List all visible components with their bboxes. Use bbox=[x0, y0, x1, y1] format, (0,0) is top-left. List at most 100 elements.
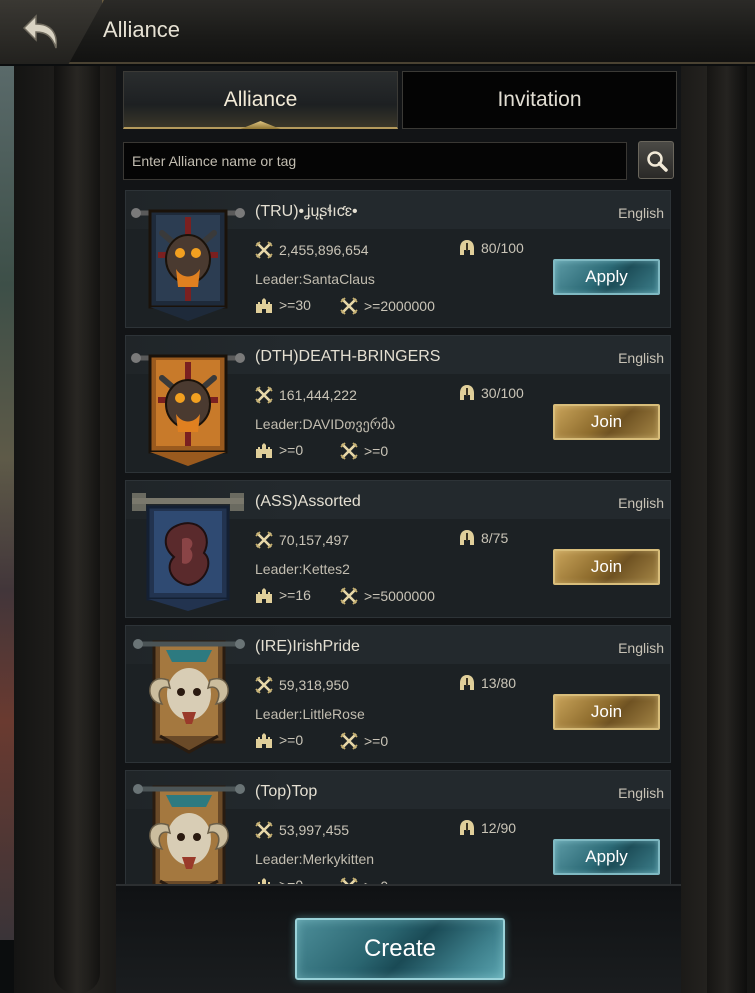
alliance-power-value: 70,157,497 bbox=[279, 532, 350, 548]
join-button[interactable]: Join bbox=[553, 549, 660, 585]
alliance-list[interactable]: (TRU)•ʝųʂɬıƈɛ• English 2,455,896,654 80/100… bbox=[125, 190, 671, 884]
alliance-language: English bbox=[618, 785, 664, 801]
alliance-name: (IRE)IrishPride bbox=[255, 638, 360, 655]
castle-requirement: >=16 bbox=[255, 587, 311, 603]
page-title: Alliance bbox=[103, 17, 181, 42]
alliance-power: 161,444,222 bbox=[255, 386, 357, 404]
alliance-power-value: 59,318,950 bbox=[279, 677, 350, 693]
crossed-swords-icon bbox=[255, 676, 273, 694]
right-pillar-decoration bbox=[677, 66, 755, 993]
crossed-swords-icon bbox=[255, 386, 273, 404]
castle-requirement-value: >=0 bbox=[279, 877, 303, 884]
helmet-icon bbox=[460, 530, 474, 545]
power-requirement: >=5000000 bbox=[340, 587, 435, 605]
power-requirement-value: >=2000000 bbox=[364, 298, 435, 314]
castle-icon bbox=[256, 443, 272, 458]
helmet-icon bbox=[460, 820, 474, 835]
alliance-members: 30/100 bbox=[459, 384, 524, 402]
alliance-card[interactable]: (DTH)DEATH-BRINGERS English 161,444,222 30/… bbox=[125, 335, 671, 473]
alliance-panel: Alliance Invitation (TRU)•ʝųʂɬıƈɛ• Englis… bbox=[116, 66, 681, 993]
castle-requirement-value: >=30 bbox=[279, 297, 311, 313]
castle-requirement: >=0 bbox=[255, 442, 303, 458]
alliance-power-value: 53,997,455 bbox=[279, 822, 350, 838]
alliance-members-value: 30/100 bbox=[481, 385, 524, 401]
castle-requirement-value: >=0 bbox=[279, 732, 304, 748]
crossed-swords-icon bbox=[255, 821, 273, 839]
castle-requirement: >=0 bbox=[255, 877, 303, 884]
power-requirement-value: >=5000000 bbox=[364, 588, 435, 604]
alliance-emblem-icon bbox=[131, 208, 245, 321]
tab-alliance[interactable]: Alliance bbox=[123, 71, 398, 129]
alliance-leader: Leader:Kettes2 bbox=[255, 561, 350, 577]
alliance-card[interactable]: (Top)Top English 53,997,455 12/90 Leader:Mer… bbox=[125, 770, 671, 884]
alliance-members-value: 13/80 bbox=[481, 675, 517, 691]
castle-icon bbox=[256, 878, 272, 884]
alliance-power: 59,318,950 bbox=[255, 676, 349, 694]
apply-button[interactable]: Apply bbox=[553, 839, 660, 875]
crossed-swords-icon bbox=[340, 442, 358, 460]
alliance-power-value: 2,455,896,654 bbox=[279, 242, 369, 258]
power-requirement: >=2000000 bbox=[340, 297, 435, 315]
alliance-leader: Leader:Merkykitten bbox=[255, 851, 375, 867]
alliance-card[interactable]: (ASS)Assorted English 70,157,497 8/75 Leader… bbox=[125, 480, 671, 618]
helmet-icon bbox=[460, 675, 474, 690]
alliance-leader: Leader:DAVIDთვერმა bbox=[255, 416, 396, 432]
power-requirement: >=0 bbox=[340, 732, 388, 750]
search-input[interactable] bbox=[123, 142, 627, 180]
alliance-power: 2,455,896,654 bbox=[255, 241, 369, 259]
background-city bbox=[0, 66, 14, 940]
alliance-language: English bbox=[618, 495, 664, 511]
castle-requirement-value: >=16 bbox=[279, 587, 311, 603]
alliance-card[interactable]: (TRU)•ʝųʂɬıƈɛ• English 2,455,896,654 80/100… bbox=[125, 190, 671, 328]
castle-requirement-value: >=0 bbox=[279, 442, 304, 458]
apply-button[interactable]: Apply bbox=[553, 259, 660, 295]
castle-requirement: >=30 bbox=[255, 297, 311, 313]
alliance-name: (Top)Top bbox=[255, 783, 318, 800]
left-pillar-decoration bbox=[14, 66, 120, 993]
alliance-members: 80/100 bbox=[459, 239, 524, 257]
power-requirement-value: >=0 bbox=[364, 443, 389, 459]
alliance-power-value: 161,444,222 bbox=[279, 387, 357, 403]
bottom-bar: Create bbox=[116, 884, 681, 993]
crossed-swords-icon bbox=[255, 241, 273, 259]
helmet-icon bbox=[460, 240, 474, 255]
search-button[interactable] bbox=[638, 141, 674, 179]
alliance-leader: Leader:SantaClaus bbox=[255, 271, 375, 287]
alliance-power: 53,997,455 bbox=[255, 821, 349, 839]
alliance-name: (TRU)•ʝųʂɬıƈɛ• bbox=[255, 203, 358, 220]
search-icon bbox=[647, 151, 668, 172]
alliance-language: English bbox=[618, 205, 664, 221]
create-alliance-button[interactable]: Create bbox=[295, 918, 505, 980]
alliance-members: 12/90 bbox=[459, 819, 516, 837]
crossed-swords-icon bbox=[340, 587, 358, 605]
back-arrow-icon bbox=[22, 14, 58, 49]
alliance-emblem-icon bbox=[133, 639, 245, 754]
power-requirement-value: >=0 bbox=[364, 733, 389, 749]
helmet-icon bbox=[460, 385, 474, 400]
alliance-language: English bbox=[618, 350, 664, 366]
alliance-card[interactable]: (IRE)IrishPride English 59,318,950 13/80 Lea… bbox=[125, 625, 671, 763]
alliance-emblem-icon bbox=[132, 493, 244, 611]
crossed-swords-icon bbox=[340, 297, 358, 315]
alliance-members: 13/80 bbox=[459, 674, 516, 692]
join-button[interactable]: Join bbox=[553, 404, 660, 440]
alliance-members: 8/75 bbox=[459, 529, 508, 547]
alliance-name: (ASS)Assorted bbox=[255, 493, 361, 510]
alliance-members-value: 8/75 bbox=[481, 530, 509, 546]
castle-icon bbox=[256, 733, 272, 748]
castle-requirement: >=0 bbox=[255, 732, 303, 748]
crossed-swords-icon bbox=[255, 531, 273, 549]
alliance-name: (DTH)DEATH-BRINGERS bbox=[255, 348, 441, 365]
alliance-power: 70,157,497 bbox=[255, 531, 349, 549]
castle-icon bbox=[256, 298, 272, 313]
alliance-leader: Leader:LittleRose bbox=[255, 706, 365, 722]
alliance-members-value: 80/100 bbox=[481, 240, 524, 256]
crossed-swords-icon bbox=[340, 732, 358, 750]
back-button[interactable] bbox=[0, 0, 104, 64]
alliance-members-value: 12/90 bbox=[481, 820, 517, 836]
tab-invitation[interactable]: Invitation bbox=[402, 71, 677, 129]
join-button[interactable]: Join bbox=[553, 694, 660, 730]
alliance-emblem-icon bbox=[133, 784, 245, 884]
top-bar: Alliance bbox=[0, 0, 755, 64]
castle-icon bbox=[256, 588, 272, 603]
